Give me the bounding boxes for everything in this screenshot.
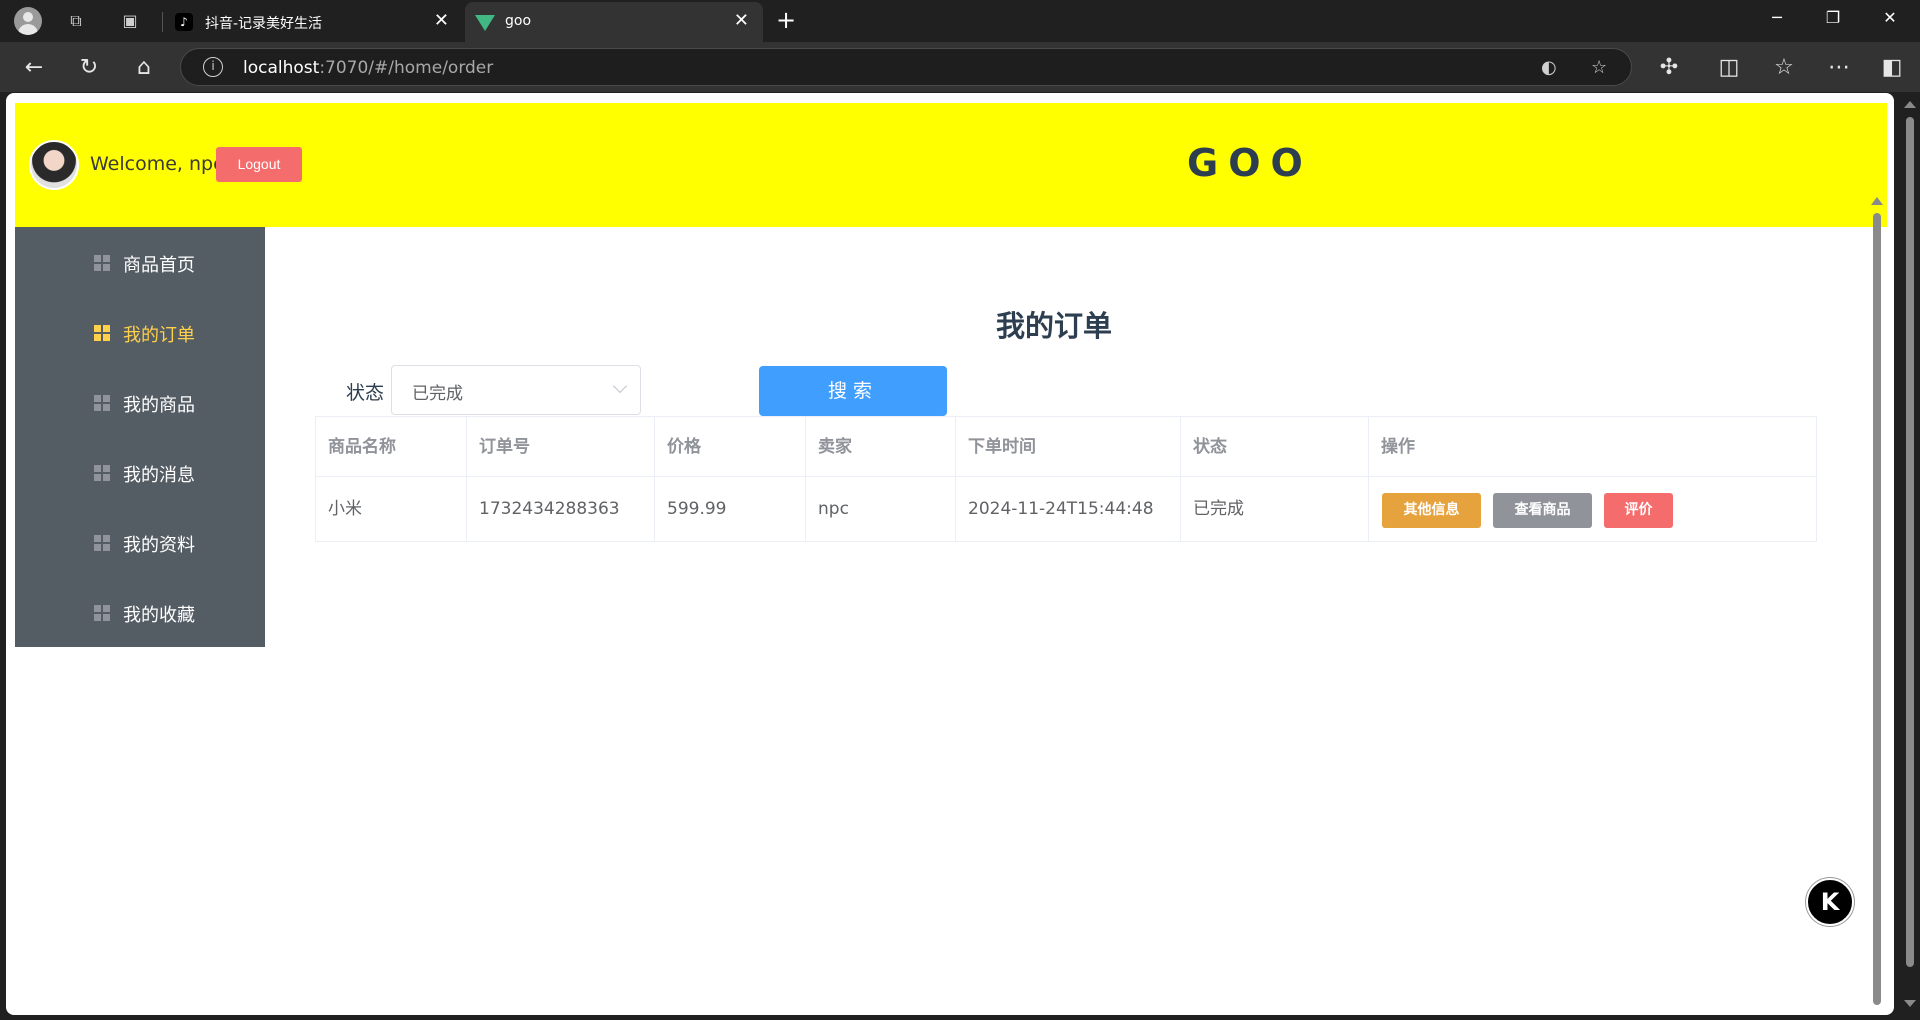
close-tab-icon[interactable]: ✕	[434, 10, 449, 31]
cell-order-time: 2024-11-24T15:44:48	[956, 477, 1181, 541]
address-bar[interactable]: i localhost:7070/#/home/order ◐ ☆	[180, 48, 1632, 86]
logout-button[interactable]: Logout	[216, 147, 302, 182]
page-scrollbar[interactable]	[1871, 195, 1883, 1012]
cell-seller: npc	[806, 477, 956, 541]
sidebar-item-messages[interactable]: 我的消息	[15, 437, 265, 507]
extensions-icon[interactable]: ✣	[1655, 54, 1683, 82]
status-select[interactable]: 已完成	[391, 365, 641, 415]
chevron-down-icon	[612, 378, 628, 394]
back-icon[interactable]: ←	[20, 54, 48, 82]
split-screen-icon[interactable]: ◫	[1715, 54, 1743, 82]
column-header: 下单时间	[956, 417, 1181, 476]
close-window-icon[interactable]: ✕	[1875, 8, 1905, 27]
tiktok-icon: ♪	[175, 13, 193, 31]
scroll-up-icon[interactable]	[1904, 101, 1916, 108]
view-product-button[interactable]: 查看商品	[1493, 493, 1592, 528]
minimize-icon[interactable]: ─	[1762, 8, 1792, 27]
more-icon[interactable]: ⋯	[1825, 54, 1853, 82]
status-filter-label: 状态	[346, 382, 385, 404]
sidebar-item-label: 我的收藏	[123, 605, 195, 626]
cell-status: 已完成	[1181, 477, 1369, 541]
sidebar-item-profile[interactable]: 我的资料	[15, 507, 265, 577]
brand-title: GOO	[1187, 141, 1313, 185]
profile-icon[interactable]	[14, 7, 42, 35]
new-tab-icon[interactable]: +	[776, 6, 796, 34]
page-title: 我的订单	[996, 309, 1113, 343]
restore-icon[interactable]: ❐	[1818, 8, 1848, 27]
column-header: 商品名称	[316, 417, 467, 476]
sidebar-menu: 商品首页 我的订单 我的商品 我的消息 我的资料 我的收藏	[15, 227, 265, 647]
app-header: Welcome, npc Logout GOO	[15, 103, 1887, 227]
scroll-up-icon[interactable]	[1871, 197, 1883, 205]
sidebar-item-goods[interactable]: 我的商品	[15, 367, 265, 437]
review-button[interactable]: 评价	[1604, 493, 1673, 528]
cell-price: 599.99	[655, 477, 806, 541]
welcome-text: Welcome, npc	[90, 153, 224, 175]
column-header: 订单号	[467, 417, 655, 476]
edge-icon[interactable]: ◐	[1541, 57, 1557, 78]
column-header: 状态	[1181, 417, 1369, 476]
favorites-icon[interactable]: ☆	[1770, 54, 1798, 82]
column-header: 操作	[1381, 437, 1415, 457]
sidebar-item-favorites[interactable]: 我的收藏	[15, 577, 265, 647]
cell-actions: 其他信息 查看商品 评价	[1369, 477, 1818, 541]
menu-grid-icon	[94, 535, 110, 551]
tab-title: 抖音-记录美好生活	[205, 16, 323, 32]
scroll-down-icon[interactable]	[1904, 1000, 1916, 1007]
sidebar-item-label: 我的消息	[123, 465, 195, 486]
close-tab-icon[interactable]: ✕	[734, 10, 749, 31]
column-header: 卖家	[806, 417, 956, 476]
sidebar-toggle-icon[interactable]: ◧	[1878, 54, 1906, 82]
page-viewport: Welcome, npc Logout GOO 商品首页 我的订单 我的商品 我…	[6, 93, 1894, 1015]
refresh-icon[interactable]: ↻	[75, 54, 103, 82]
other-info-button[interactable]: 其他信息	[1382, 493, 1481, 528]
menu-grid-icon	[94, 465, 110, 481]
browser-tab-douyin[interactable]: ♪ 抖音-记录美好生活 ✕	[165, 2, 463, 42]
orders-table: 商品名称 订单号 价格 卖家 下单时间 状态 操作 小米 17324342883…	[315, 416, 1817, 542]
tab-actions-icon[interactable]: ▣	[118, 9, 142, 33]
scrollbar-thumb[interactable]	[1906, 117, 1914, 967]
cell-order-number: 1732434288363	[467, 477, 655, 541]
menu-grid-icon	[94, 325, 110, 341]
home-icon[interactable]: ⌂	[130, 54, 158, 82]
menu-grid-icon	[94, 395, 110, 411]
tab-title: goo	[505, 13, 532, 29]
menu-grid-icon	[94, 605, 110, 621]
sidebar-item-home[interactable]: 商品首页	[15, 227, 265, 297]
site-info-icon[interactable]: i	[203, 57, 223, 77]
table-row: 小米 1732434288363 599.99 npc 2024-11-24T1…	[316, 477, 1816, 541]
favorite-star-icon[interactable]: ☆	[1591, 57, 1607, 78]
browser-tab-bar: ⧉ ▣ ♪ 抖音-记录美好生活 ✕ goo ✕ + ─ ❐ ✕	[0, 0, 1920, 42]
search-button[interactable]: 搜索	[759, 366, 947, 416]
status-select-value: 已完成	[412, 384, 463, 404]
browser-scrollbar[interactable]	[1900, 93, 1920, 1015]
cell-product-name: 小米	[316, 477, 467, 541]
workspaces-icon[interactable]: ⧉	[64, 9, 88, 33]
sidebar-item-orders[interactable]: 我的订单	[15, 297, 265, 367]
table-header-row: 商品名称 订单号 价格 卖家 下单时间 状态 操作	[316, 417, 1816, 477]
sidebar-item-label: 我的订单	[123, 325, 195, 346]
floating-assistant-button[interactable]: K	[1806, 878, 1854, 926]
browser-toolbar: ← ↻ ⌂ i localhost:7070/#/home/order ◐ ☆ …	[0, 42, 1920, 92]
sidebar-item-label: 商品首页	[123, 255, 195, 276]
avatar	[29, 140, 79, 190]
menu-grid-icon	[94, 255, 110, 271]
browser-tab-goo[interactable]: goo ✕	[465, 2, 763, 42]
sidebar-item-label: 我的资料	[123, 535, 195, 556]
url-text[interactable]: localhost:7070/#/home/order	[243, 58, 493, 78]
sidebar-item-label: 我的商品	[123, 395, 195, 416]
column-header: 价格	[655, 417, 806, 476]
scrollbar-thumb[interactable]	[1873, 213, 1881, 1005]
vue-icon	[475, 15, 495, 33]
tab-divider	[162, 12, 163, 32]
